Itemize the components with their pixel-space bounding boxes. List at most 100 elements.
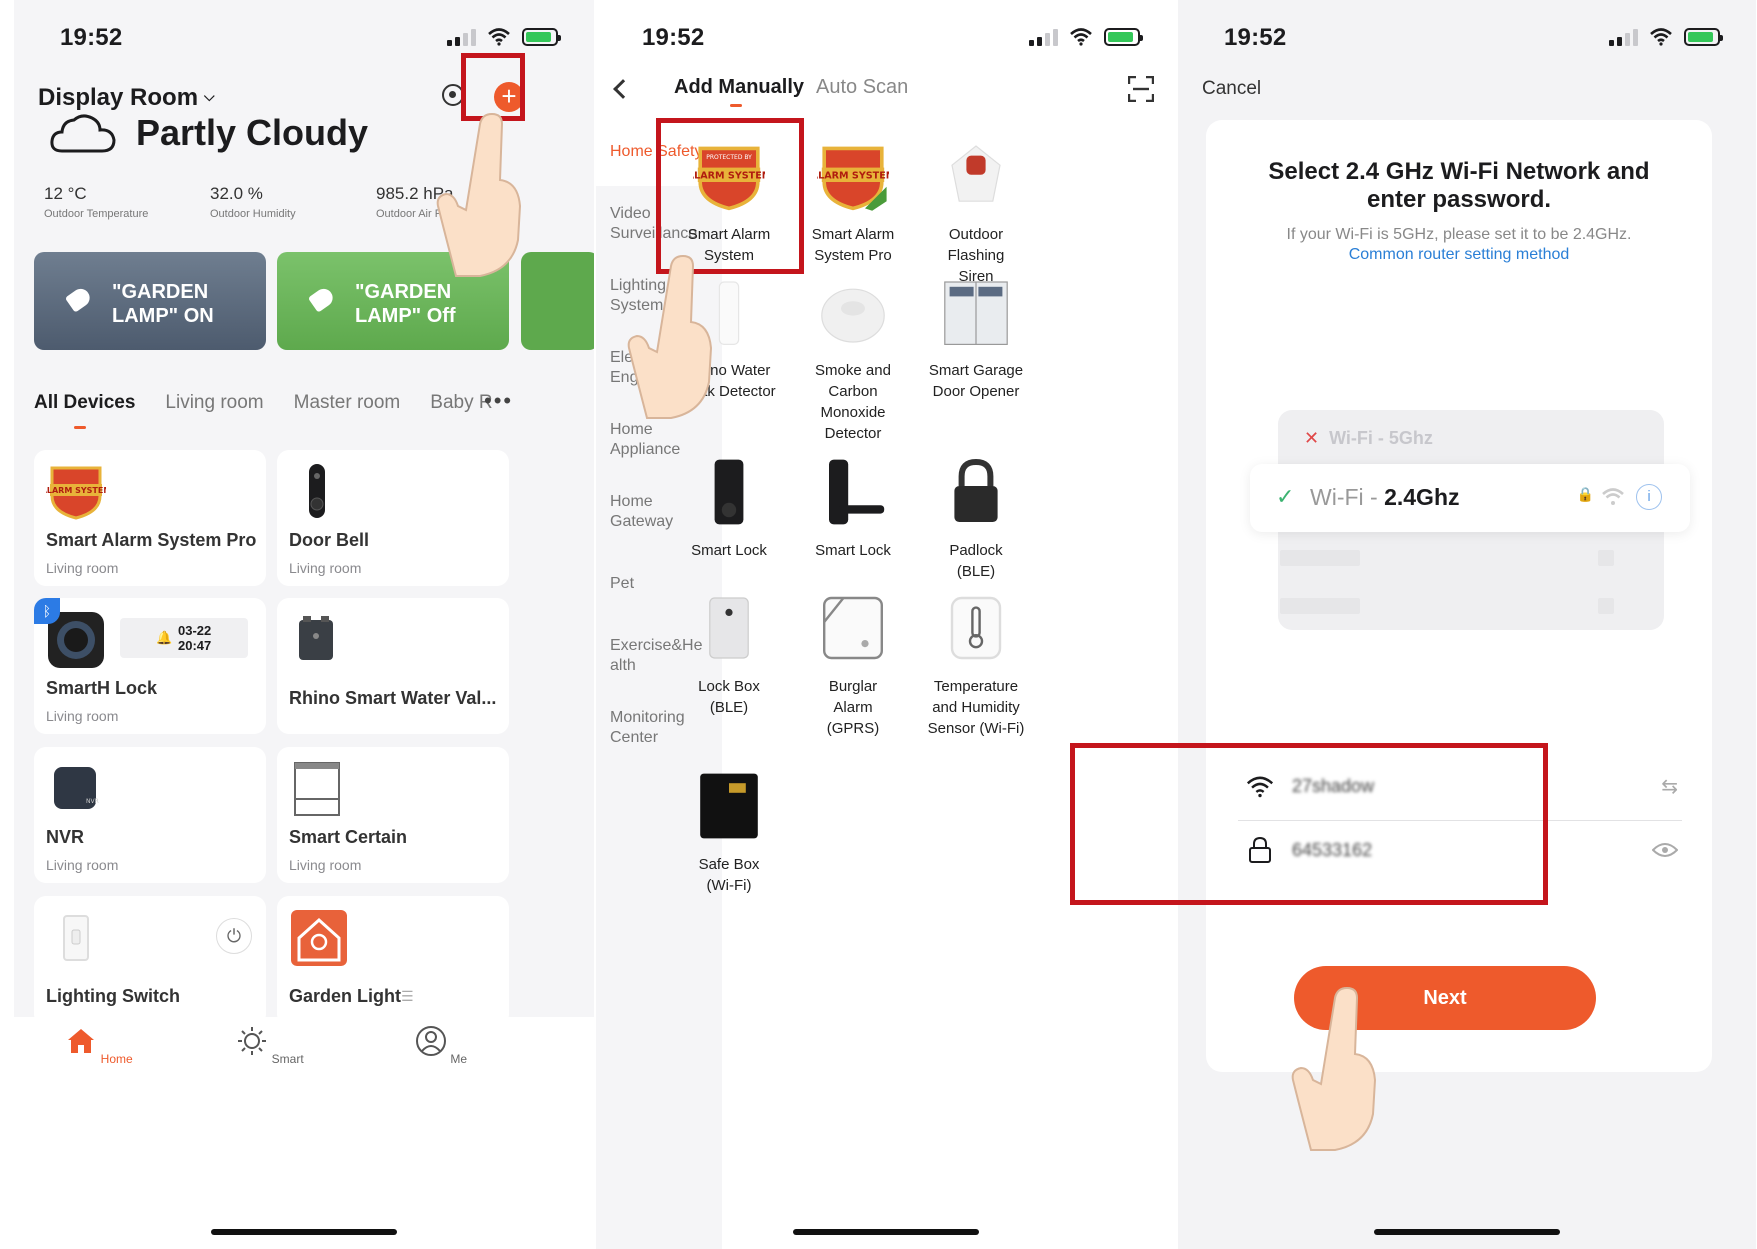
scan-icon[interactable] [1128, 76, 1154, 102]
pointing-hand-icon [1291, 986, 1377, 1151]
safe-box-icon [700, 773, 758, 839]
nav-home[interactable]: Home [59, 1025, 139, 1066]
device-card[interactable]: Smart Certain Living room [277, 747, 509, 883]
lock-box-icon [709, 597, 749, 659]
stat-label: Outdoor Humidity [210, 208, 296, 220]
device-card[interactable]: NVR NVR Living room [34, 747, 266, 883]
tag-icon [64, 285, 94, 313]
stat-humidity: 32.0 % Outdoor Humidity [210, 184, 376, 220]
product-label: Lock Box (BLE) [698, 678, 760, 716]
svg-text:ALARM SYSTEM: ALARM SYSTEM [46, 486, 106, 495]
tab-master-room[interactable]: Master room [294, 392, 401, 414]
product-smart-lock-2[interactable]: Smart Lock [790, 456, 916, 561]
room-name: Display Room [38, 84, 199, 111]
status-time: 19:52 [1224, 24, 1287, 51]
switch-network-icon[interactable]: ⇆ [1661, 774, 1678, 799]
device-card[interactable]: Door Bell Living room [277, 450, 509, 586]
cellular-signal-icon [1029, 28, 1058, 46]
tag-icon [307, 285, 337, 313]
placeholder-line [1280, 550, 1360, 566]
battery-icon [522, 28, 561, 46]
cloud-icon [50, 114, 116, 153]
product-burglar-alarm-gprs[interactable]: Burglar Alarm (GPRS) [790, 592, 916, 739]
pointing-hand-icon [627, 254, 713, 419]
category-home-appliance[interactable]: Home Appliance [610, 420, 720, 460]
home-screen: 19:52 Display Room ⌵ + Partly Cloudy 12 °… [14, 0, 594, 1249]
tab-auto-scan[interactable]: Auto Scan [816, 76, 908, 99]
product-safe-box-wifi[interactable]: Safe Box (Wi-Fi) [666, 770, 792, 896]
nvr-icon: NVR [54, 767, 99, 809]
product-outdoor-flashing-siren[interactable]: Outdoor Flashing Siren [913, 140, 1039, 287]
scene-label: "GARDEN LAMP" Off [355, 281, 456, 327]
user-icon [415, 1026, 446, 1056]
product-smoke-co-detector[interactable]: Smoke and Carbon Monoxide Detector [790, 276, 916, 444]
eye-icon[interactable] [1652, 842, 1678, 858]
power-icon[interactable]: ⏻ [216, 918, 252, 954]
placeholder-line [1598, 598, 1614, 614]
product-temp-humidity-sensor[interactable]: Temperature and Humidity Sensor (Wi-Fi) [913, 592, 1039, 739]
product-padlock-ble[interactable]: Padlock (BLE) [913, 456, 1039, 582]
wifi-title: Select 2.4 GHz Wi-Fi Network and enter p… [1268, 158, 1650, 213]
wifi-24ghz-option: ✓ Wi-Fi - 2.4Ghz 🔒 i [1250, 464, 1690, 532]
keypad-lock-icon [714, 459, 744, 525]
garage-door-icon [944, 281, 1008, 345]
bluetooth-icon: ᛒ [34, 598, 60, 624]
product-label: Smart Garage Door Opener [928, 362, 1024, 400]
tab-all-devices[interactable]: All Devices [34, 392, 135, 414]
cellular-signal-icon [447, 28, 476, 46]
tab-living-room[interactable]: Living room [165, 392, 263, 414]
product-label: Smart Lock [815, 542, 891, 559]
scene-card-garden-on[interactable]: "GARDEN LAMP" ON [34, 252, 266, 350]
product-label: Temperature and Humidity Sensor (Wi-Fi) [927, 678, 1025, 737]
category-pet[interactable]: Pet [610, 574, 720, 594]
device-room: Living room [46, 708, 119, 724]
wifi-5ghz-option: ✕ Wi-Fi - 5Ghz [1304, 428, 1433, 449]
tab-add-manually[interactable]: Add Manually [674, 76, 804, 99]
svg-text:NVR: NVR [86, 798, 99, 805]
device-card[interactable]: ⏻ Lighting Switch [34, 896, 266, 1026]
pointing-hand-icon [436, 112, 522, 277]
placeholder-line [1280, 598, 1360, 614]
status-time: 19:52 [60, 24, 123, 51]
wifi-24-prefix: Wi-Fi - [1310, 484, 1385, 510]
weather-summary: Partly Cloudy [50, 112, 368, 154]
device-card[interactable]: Rhino Smart Water Val... [277, 598, 509, 734]
tab-underline [74, 426, 86, 429]
device-card[interactable]: Garden Light ☰ [277, 896, 509, 1026]
water-valve-icon [299, 616, 333, 660]
stat-value: 32.0 % [210, 184, 263, 203]
lever-lock-icon [829, 459, 885, 525]
alarm-badge-pro-icon: ALARM SYSTEM [811, 146, 895, 211]
padlock-icon [954, 458, 998, 522]
nav-smart[interactable]: Smart [230, 1025, 310, 1066]
product-smart-alarm-system-pro[interactable]: ALARM SYSTEM Smart Alarm System Pro [790, 140, 916, 266]
device-card[interactable]: ALARM SYSTEM Smart Alarm System Pro Livi… [34, 450, 266, 586]
product-smart-lock-1[interactable]: Smart Lock [666, 456, 792, 561]
placeholder-line [1598, 550, 1614, 566]
back-arrow-icon[interactable] [613, 79, 633, 99]
product-label: Smoke and Carbon Monoxide Detector [815, 362, 891, 442]
nav-me[interactable]: Me [401, 1025, 481, 1066]
device-name: Lighting Switch [46, 986, 180, 1006]
nav-label: Home [100, 1052, 133, 1066]
router-setting-link[interactable]: Common router setting method [1206, 246, 1712, 264]
room-selector[interactable]: Display Room ⌵ [38, 84, 215, 112]
scene-label: "GARDEN LAMP" ON [112, 281, 214, 327]
wifi-5-band: 5Ghz [1388, 428, 1433, 448]
nav-label: Me [450, 1052, 467, 1066]
device-card[interactable]: ᛒ 🔔 03-22 20:47 SmartH Lock Living room [34, 598, 266, 734]
wifi-24-band: 2.4Ghz [1384, 484, 1460, 510]
siren-icon [951, 145, 1001, 202]
product-smart-garage-door-opener[interactable]: Smart Garage Door Opener [913, 276, 1039, 402]
device-room: Living room [46, 560, 119, 576]
cancel-button[interactable]: Cancel [1202, 78, 1261, 100]
smoke-detector-icon [821, 288, 885, 343]
info-icon: i [1636, 484, 1662, 510]
wifi-sheet: Select 2.4 GHz Wi-Fi Network and enter p… [1206, 120, 1712, 1072]
device-name: Rhino Smart Water Val... [289, 688, 497, 708]
more-icon[interactable]: ••• [484, 388, 513, 414]
scene-card-partial[interactable] [521, 252, 594, 350]
product-lock-box-ble[interactable]: Lock Box (BLE) [666, 592, 792, 718]
device-name: SmartH Lock [46, 678, 158, 698]
doorbell-icon [309, 464, 325, 518]
